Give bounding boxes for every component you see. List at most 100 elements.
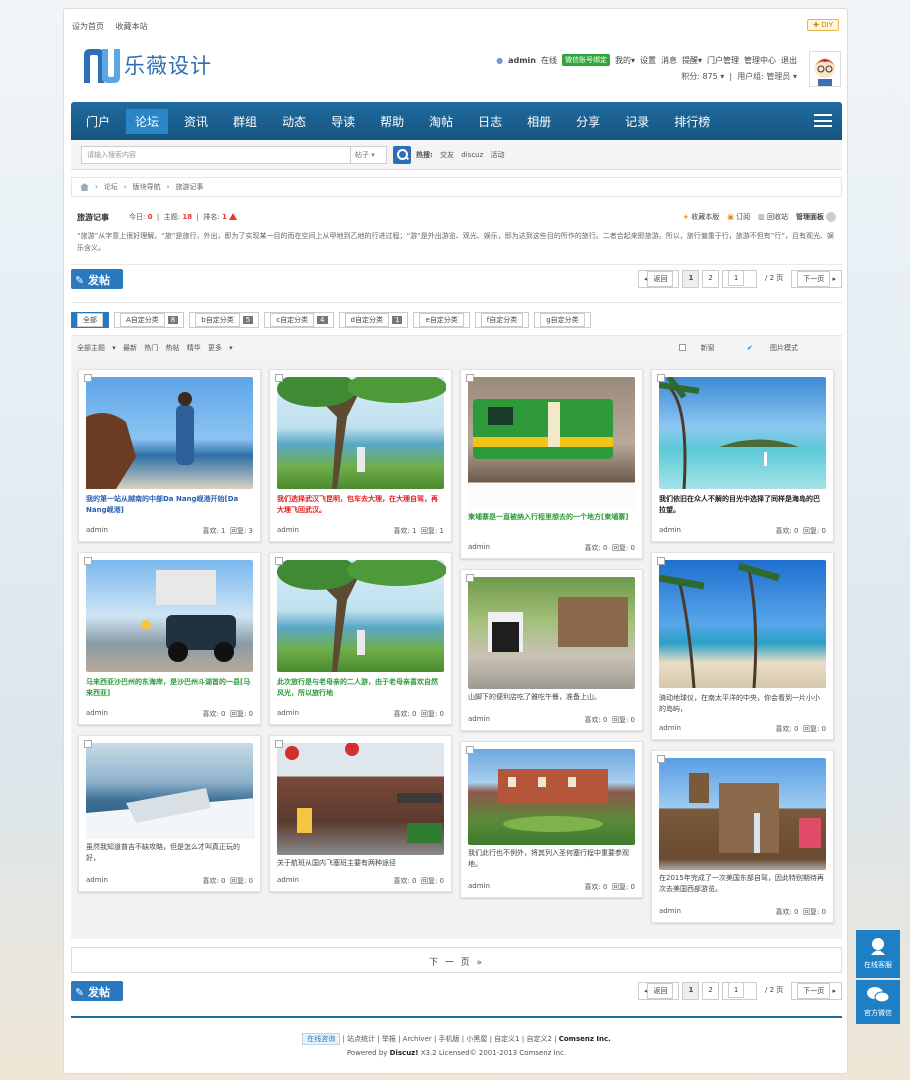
select-checkbox[interactable]	[84, 557, 92, 565]
online-status[interactable]: 在线	[541, 55, 557, 66]
filter-hot[interactable]: 热门	[144, 344, 158, 352]
hot-link[interactable]: 活动	[491, 151, 505, 159]
page-link[interactable]: 1	[682, 270, 700, 288]
more-menu[interactable]: 更多 ▾	[208, 344, 233, 352]
username-link[interactable]: admin	[508, 56, 536, 65]
portal-manage-link[interactable]: 门户管理	[707, 55, 739, 66]
usergroup-menu[interactable]: 用户组: 管理员	[737, 72, 790, 81]
nav-item-blog[interactable]: 日志	[469, 109, 511, 134]
favorite-forum-button[interactable]: ★ 收藏本版	[683, 212, 720, 222]
home-icon[interactable]	[80, 183, 89, 191]
thread-image[interactable]	[86, 560, 253, 672]
thread-card[interactable]: 马来西亚沙巴州的东海岸，是沙巴州斗湖首的一县[马来西亚] admin 喜欢: 0 …	[78, 552, 261, 725]
tab-category[interactable]: g自定分类	[534, 312, 591, 328]
subscribe-button[interactable]: ▣ 订阅	[727, 212, 750, 222]
thread-title[interactable]: 我们选择武汉飞昆明，包车去大理，在大理自驾，再大理飞回武汉。	[277, 494, 444, 516]
thread-image[interactable]	[659, 758, 826, 870]
collapse-icon[interactable]	[826, 212, 836, 222]
set-home-link[interactable]: 设为首页	[72, 22, 104, 31]
thread-card[interactable]: 虽然我知道普吉不缺攻略，但是怎么才叫真正玩的好， admin 喜欢: 0 回复: …	[78, 735, 261, 892]
filter-latest[interactable]: 最新	[123, 344, 137, 352]
select-checkbox[interactable]	[275, 557, 283, 565]
hot-link[interactable]: discuz	[461, 151, 483, 159]
thread-image[interactable]	[86, 377, 253, 489]
tab-all[interactable]: 全部	[71, 312, 109, 328]
thread-image[interactable]	[86, 743, 255, 839]
page-link[interactable]: 2	[702, 270, 719, 288]
thread-title[interactable]: 柬埔寨是一直被纳入行程里想去的一个地方[柬埔寨]	[468, 512, 635, 523]
tab-category[interactable]: f自定分类	[474, 312, 530, 328]
next-page-button[interactable]: 下一页 ▸	[791, 270, 842, 288]
back-button[interactable]: ◂ 返回	[637, 270, 680, 288]
bookmark-link[interactable]: 收藏本站	[116, 22, 148, 31]
thread-title[interactable]: 在2015年完成了一次美国东部自驾，因此特别期待再次去美国西部游览。	[659, 873, 826, 895]
select-checkbox[interactable]	[466, 374, 474, 382]
thread-card[interactable]: 我们此行也不例外，将其列入圣何塞行程中重要参观地。 admin 喜欢: 0 回复:…	[460, 741, 643, 898]
diy-button[interactable]: ✚ DIY	[807, 19, 839, 31]
footer-link[interactable]: 小黑屋	[466, 1035, 487, 1043]
new-window-checkbox[interactable]: 新窗	[669, 344, 720, 352]
thread-card[interactable]: 关于航班从国内飞塞班主要有两种途径 admin 喜欢: 0 回复: 0	[269, 735, 452, 892]
nav-item-share[interactable]: 分享	[567, 109, 609, 134]
nav-item-help[interactable]: 帮助	[371, 109, 413, 134]
thread-card[interactable]: 此次旅行是与老母亲的二人游，由于老母亲喜欢自然风光，所以旅行地 admin 喜欢:…	[269, 552, 452, 725]
thread-title[interactable]: 我们此行也不例外，将其列入圣何塞行程中重要参观地。	[468, 848, 635, 870]
nav-item-collection[interactable]: 淘帖	[420, 109, 462, 134]
breadcrumb-item[interactable]: 旅游记事	[175, 182, 203, 192]
tab-category[interactable]: d自定分类 1	[338, 312, 409, 328]
thread-card[interactable]: 柬埔寨是一直被纳入行程里想去的一个地方[柬埔寨] admin 喜欢: 0 回复: …	[460, 369, 643, 559]
load-next-page-button[interactable]: 下 一 页 »	[71, 947, 842, 973]
messages-link[interactable]: 消息	[661, 55, 677, 66]
avatar[interactable]	[809, 51, 841, 87]
footer-link[interactable]: 手机版	[439, 1035, 460, 1043]
thread-card[interactable]: 在2015年完成了一次美国东部自驾，因此特别期待再次去美国西部游览。 admin…	[651, 750, 834, 923]
select-checkbox[interactable]	[466, 574, 474, 582]
thread-card[interactable]: 我的第一站从越南的中部Da Nang岘港开始[Da Nang岘港] admin 喜…	[78, 369, 261, 542]
thread-image[interactable]	[277, 554, 447, 672]
thread-title[interactable]: 骑动地球仪，在南太平洋的中央，你会看到一片小小的岛屿，	[659, 693, 826, 715]
nav-item-album[interactable]: 相册	[518, 109, 560, 134]
nav-item-portal[interactable]: 门户	[77, 109, 119, 134]
thread-image[interactable]	[658, 560, 826, 689]
select-checkbox[interactable]	[657, 557, 665, 565]
online-consult-button[interactable]: 在线咨询	[302, 1033, 341, 1045]
thread-image[interactable]	[468, 577, 635, 689]
menu-icon[interactable]	[814, 114, 832, 127]
nav-item-ranking[interactable]: 排行榜	[665, 109, 719, 134]
recycle-bin-button[interactable]: ▥ 回收站	[758, 212, 788, 222]
wechat-bind-button[interactable]: 微信账号绑定	[561, 54, 610, 66]
new-post-button[interactable]: ✎ 发帖	[71, 269, 123, 289]
page-link[interactable]: 1	[682, 982, 700, 1000]
tab-category[interactable]: A自定分类 8	[114, 312, 185, 328]
page-input[interactable]: 1	[721, 982, 757, 1000]
thread-title[interactable]: 山脚下的便利店吃了雅吃午餐，准备上山。	[468, 692, 635, 703]
admin-center-link[interactable]: 管理中心	[744, 55, 776, 66]
breadcrumb-item[interactable]: 论坛	[104, 182, 118, 192]
back-button[interactable]: ◂ 返回	[637, 982, 680, 1000]
select-checkbox[interactable]	[275, 740, 283, 748]
page-input[interactable]: 1	[721, 270, 757, 288]
nav-item-guide[interactable]: 导读	[322, 109, 364, 134]
select-checkbox[interactable]	[84, 374, 92, 382]
filter-digest[interactable]: 精华	[187, 344, 201, 352]
thread-image[interactable]	[277, 371, 447, 489]
thread-image[interactable]	[468, 749, 635, 845]
thread-title[interactable]: 马来西亚沙巴州的东海岸，是沙巴州斗湖首的一县[马来西亚]	[86, 677, 253, 699]
discuz-link[interactable]: Discuz!	[390, 1049, 419, 1057]
nav-item-news[interactable]: 资讯	[175, 109, 217, 134]
online-service-button[interactable]: 在线客服	[856, 930, 900, 978]
search-button[interactable]	[393, 146, 411, 164]
nav-item-record[interactable]: 记录	[616, 109, 658, 134]
nav-item-forum[interactable]: 论坛	[126, 108, 169, 134]
select-checkbox[interactable]	[84, 740, 92, 748]
tab-category[interactable]: b自定分类 5	[189, 312, 260, 328]
thread-card[interactable]: 我们依旧在众人不解的目光中选择了同样是海岛的巴拉望。 admin 喜欢: 0 回复…	[651, 369, 834, 542]
hot-link[interactable]: 交友	[440, 151, 454, 159]
thread-image[interactable]	[468, 377, 635, 509]
page-link[interactable]: 2	[702, 982, 719, 1000]
select-checkbox[interactable]	[657, 374, 665, 382]
footer-link[interactable]: Archiver	[403, 1035, 432, 1043]
new-post-button[interactable]: ✎ 发帖	[71, 981, 123, 1001]
logout-link[interactable]: 退出	[781, 55, 797, 66]
tab-category[interactable]: c自定分类 4	[264, 312, 334, 328]
